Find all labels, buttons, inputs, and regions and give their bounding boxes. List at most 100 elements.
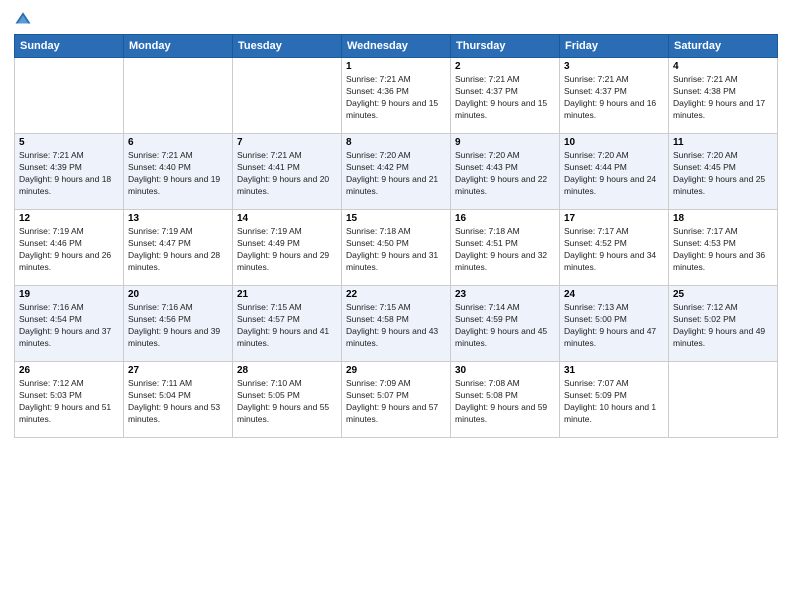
day-number: 23	[455, 289, 555, 300]
calendar-table: SundayMondayTuesdayWednesdayThursdayFrid…	[14, 34, 778, 438]
calendar-header-friday: Friday	[560, 35, 669, 58]
calendar-header-wednesday: Wednesday	[342, 35, 451, 58]
calendar-cell: 23 Sunrise: 7:14 AMSunset: 4:59 PMDaylig…	[451, 286, 560, 362]
calendar-cell: 1 Sunrise: 7:21 AMSunset: 4:36 PMDayligh…	[342, 58, 451, 134]
day-info: Sunrise: 7:10 AMSunset: 5:05 PMDaylight:…	[237, 378, 329, 424]
calendar-cell: 18 Sunrise: 7:17 AMSunset: 4:53 PMDaylig…	[669, 210, 778, 286]
day-info: Sunrise: 7:21 AMSunset: 4:37 PMDaylight:…	[455, 74, 547, 120]
calendar-cell: 25 Sunrise: 7:12 AMSunset: 5:02 PMDaylig…	[669, 286, 778, 362]
calendar-cell: 5 Sunrise: 7:21 AMSunset: 4:39 PMDayligh…	[15, 134, 124, 210]
calendar-cell: 13 Sunrise: 7:19 AMSunset: 4:47 PMDaylig…	[124, 210, 233, 286]
day-info: Sunrise: 7:18 AMSunset: 4:51 PMDaylight:…	[455, 226, 547, 272]
day-info: Sunrise: 7:14 AMSunset: 4:59 PMDaylight:…	[455, 302, 547, 348]
day-number: 17	[564, 213, 664, 224]
calendar-cell: 7 Sunrise: 7:21 AMSunset: 4:41 PMDayligh…	[233, 134, 342, 210]
day-number: 29	[346, 365, 446, 376]
day-number: 19	[19, 289, 119, 300]
day-info: Sunrise: 7:12 AMSunset: 5:02 PMDaylight:…	[673, 302, 765, 348]
day-number: 22	[346, 289, 446, 300]
day-info: Sunrise: 7:07 AMSunset: 5:09 PMDaylight:…	[564, 378, 656, 424]
day-info: Sunrise: 7:20 AMSunset: 4:44 PMDaylight:…	[564, 150, 656, 196]
day-number: 28	[237, 365, 337, 376]
calendar-cell	[15, 58, 124, 134]
day-info: Sunrise: 7:20 AMSunset: 4:43 PMDaylight:…	[455, 150, 547, 196]
day-number: 20	[128, 289, 228, 300]
day-number: 1	[346, 61, 446, 72]
logo	[14, 10, 35, 28]
calendar-cell: 3 Sunrise: 7:21 AMSunset: 4:37 PMDayligh…	[560, 58, 669, 134]
day-number: 18	[673, 213, 773, 224]
calendar-cell: 16 Sunrise: 7:18 AMSunset: 4:51 PMDaylig…	[451, 210, 560, 286]
day-info: Sunrise: 7:09 AMSunset: 5:07 PMDaylight:…	[346, 378, 438, 424]
calendar-cell: 19 Sunrise: 7:16 AMSunset: 4:54 PMDaylig…	[15, 286, 124, 362]
calendar-cell: 30 Sunrise: 7:08 AMSunset: 5:08 PMDaylig…	[451, 362, 560, 438]
calendar-header-saturday: Saturday	[669, 35, 778, 58]
calendar-week-1: 1 Sunrise: 7:21 AMSunset: 4:36 PMDayligh…	[15, 58, 778, 134]
calendar-week-3: 12 Sunrise: 7:19 AMSunset: 4:46 PMDaylig…	[15, 210, 778, 286]
day-info: Sunrise: 7:15 AMSunset: 4:57 PMDaylight:…	[237, 302, 329, 348]
calendar-cell: 22 Sunrise: 7:15 AMSunset: 4:58 PMDaylig…	[342, 286, 451, 362]
calendar-header-monday: Monday	[124, 35, 233, 58]
day-number: 26	[19, 365, 119, 376]
day-info: Sunrise: 7:11 AMSunset: 5:04 PMDaylight:…	[128, 378, 220, 424]
calendar-cell	[124, 58, 233, 134]
calendar-cell: 8 Sunrise: 7:20 AMSunset: 4:42 PMDayligh…	[342, 134, 451, 210]
day-number: 8	[346, 137, 446, 148]
day-number: 30	[455, 365, 555, 376]
day-info: Sunrise: 7:20 AMSunset: 4:42 PMDaylight:…	[346, 150, 438, 196]
calendar-cell: 6 Sunrise: 7:21 AMSunset: 4:40 PMDayligh…	[124, 134, 233, 210]
day-info: Sunrise: 7:08 AMSunset: 5:08 PMDaylight:…	[455, 378, 547, 424]
calendar-cell: 26 Sunrise: 7:12 AMSunset: 5:03 PMDaylig…	[15, 362, 124, 438]
day-info: Sunrise: 7:21 AMSunset: 4:41 PMDaylight:…	[237, 150, 329, 196]
calendar-header-thursday: Thursday	[451, 35, 560, 58]
page: SundayMondayTuesdayWednesdayThursdayFrid…	[0, 0, 792, 612]
day-info: Sunrise: 7:17 AMSunset: 4:53 PMDaylight:…	[673, 226, 765, 272]
calendar-cell: 27 Sunrise: 7:11 AMSunset: 5:04 PMDaylig…	[124, 362, 233, 438]
day-number: 6	[128, 137, 228, 148]
calendar-cell: 20 Sunrise: 7:16 AMSunset: 4:56 PMDaylig…	[124, 286, 233, 362]
day-info: Sunrise: 7:21 AMSunset: 4:39 PMDaylight:…	[19, 150, 111, 196]
day-number: 25	[673, 289, 773, 300]
day-number: 13	[128, 213, 228, 224]
day-info: Sunrise: 7:21 AMSunset: 4:38 PMDaylight:…	[673, 74, 765, 120]
day-number: 21	[237, 289, 337, 300]
calendar-cell: 29 Sunrise: 7:09 AMSunset: 5:07 PMDaylig…	[342, 362, 451, 438]
day-info: Sunrise: 7:12 AMSunset: 5:03 PMDaylight:…	[19, 378, 111, 424]
calendar-cell: 9 Sunrise: 7:20 AMSunset: 4:43 PMDayligh…	[451, 134, 560, 210]
calendar-cell: 12 Sunrise: 7:19 AMSunset: 4:46 PMDaylig…	[15, 210, 124, 286]
day-number: 7	[237, 137, 337, 148]
day-info: Sunrise: 7:13 AMSunset: 5:00 PMDaylight:…	[564, 302, 656, 348]
day-info: Sunrise: 7:15 AMSunset: 4:58 PMDaylight:…	[346, 302, 438, 348]
day-number: 27	[128, 365, 228, 376]
calendar-header-sunday: Sunday	[15, 35, 124, 58]
day-info: Sunrise: 7:19 AMSunset: 4:49 PMDaylight:…	[237, 226, 329, 272]
day-info: Sunrise: 7:19 AMSunset: 4:47 PMDaylight:…	[128, 226, 220, 272]
day-number: 9	[455, 137, 555, 148]
calendar-header-row: SundayMondayTuesdayWednesdayThursdayFrid…	[15, 35, 778, 58]
calendar-cell: 28 Sunrise: 7:10 AMSunset: 5:05 PMDaylig…	[233, 362, 342, 438]
day-info: Sunrise: 7:20 AMSunset: 4:45 PMDaylight:…	[673, 150, 765, 196]
day-info: Sunrise: 7:16 AMSunset: 4:56 PMDaylight:…	[128, 302, 220, 348]
day-info: Sunrise: 7:16 AMSunset: 4:54 PMDaylight:…	[19, 302, 111, 348]
calendar-cell	[669, 362, 778, 438]
calendar-header-tuesday: Tuesday	[233, 35, 342, 58]
day-number: 3	[564, 61, 664, 72]
day-info: Sunrise: 7:18 AMSunset: 4:50 PMDaylight:…	[346, 226, 438, 272]
calendar-cell: 21 Sunrise: 7:15 AMSunset: 4:57 PMDaylig…	[233, 286, 342, 362]
day-number: 14	[237, 213, 337, 224]
day-number: 31	[564, 365, 664, 376]
day-number: 12	[19, 213, 119, 224]
day-info: Sunrise: 7:21 AMSunset: 4:37 PMDaylight:…	[564, 74, 656, 120]
day-number: 11	[673, 137, 773, 148]
calendar-week-2: 5 Sunrise: 7:21 AMSunset: 4:39 PMDayligh…	[15, 134, 778, 210]
calendar-cell: 31 Sunrise: 7:07 AMSunset: 5:09 PMDaylig…	[560, 362, 669, 438]
calendar-week-4: 19 Sunrise: 7:16 AMSunset: 4:54 PMDaylig…	[15, 286, 778, 362]
calendar-cell: 2 Sunrise: 7:21 AMSunset: 4:37 PMDayligh…	[451, 58, 560, 134]
day-number: 4	[673, 61, 773, 72]
day-info: Sunrise: 7:17 AMSunset: 4:52 PMDaylight:…	[564, 226, 656, 272]
day-number: 10	[564, 137, 664, 148]
day-info: Sunrise: 7:21 AMSunset: 4:40 PMDaylight:…	[128, 150, 220, 196]
day-info: Sunrise: 7:19 AMSunset: 4:46 PMDaylight:…	[19, 226, 111, 272]
calendar-week-5: 26 Sunrise: 7:12 AMSunset: 5:03 PMDaylig…	[15, 362, 778, 438]
header	[14, 10, 778, 28]
